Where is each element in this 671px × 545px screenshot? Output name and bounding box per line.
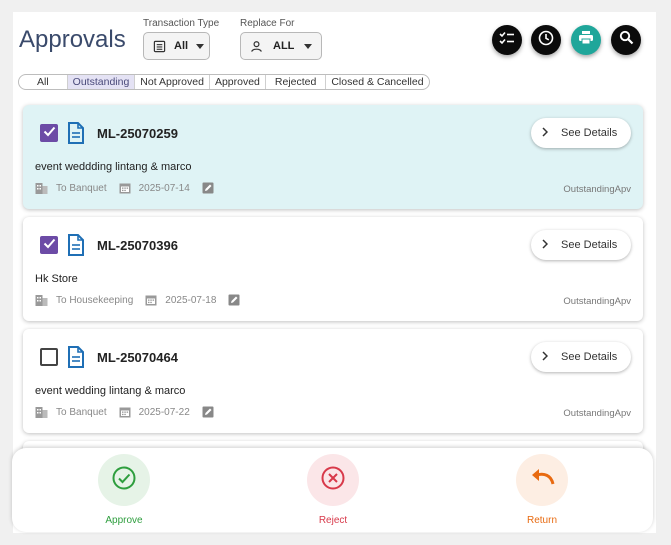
see-details-button[interactable]: See Details — [531, 342, 631, 372]
tab-not-approved[interactable]: Not Approved — [134, 75, 209, 89]
cancel-circle-icon — [320, 465, 346, 496]
check-icon — [43, 236, 56, 254]
replace-for-filter: Replace For ALL — [240, 18, 322, 60]
search-button[interactable] — [611, 25, 641, 55]
approval-card[interactable]: ML-25070259 See Details event weddding l… — [23, 105, 643, 209]
card-id: ML-25070259 — [97, 126, 178, 141]
document-icon — [67, 234, 85, 261]
card-description: event weddding lintang & marco — [35, 161, 192, 173]
chevron-right-icon — [542, 238, 549, 252]
transaction-type-select[interactable]: All — [143, 32, 210, 60]
calendar-icon — [145, 294, 157, 306]
building-icon — [35, 182, 48, 194]
card-status: OutstandingApv — [563, 296, 631, 307]
replace-for-label: Replace For — [240, 18, 295, 29]
card-destination: To Housekeeping — [56, 294, 134, 306]
check-circle-icon — [111, 465, 137, 496]
search-icon — [619, 30, 634, 50]
return-label: Return — [526, 515, 557, 526]
card-description: Hk Store — [35, 273, 78, 285]
see-details-button[interactable]: See Details — [531, 118, 631, 148]
tab-rejected[interactable]: Rejected — [264, 75, 325, 89]
chevron-right-icon — [542, 350, 549, 364]
reject-circle — [307, 454, 359, 506]
card-checkbox[interactable] — [40, 348, 58, 366]
card-description: event wedding lintang & marco — [35, 385, 186, 397]
building-icon — [35, 294, 48, 306]
action-bar: Approve Reject Return — [12, 448, 653, 532]
return-circle — [516, 454, 568, 506]
transaction-type-label: Transaction Type — [143, 18, 220, 29]
card-checkbox[interactable] — [40, 236, 58, 254]
page-title: Approvals — [19, 26, 126, 53]
calendar-icon — [119, 182, 131, 194]
return-button[interactable]: Return — [502, 454, 582, 526]
see-details-button[interactable]: See Details — [531, 230, 631, 260]
card-id: ML-25070464 — [97, 350, 178, 365]
list-icon — [153, 40, 166, 53]
card-destination: To Banquet — [56, 182, 107, 194]
see-details-label: See Details — [561, 351, 618, 363]
calendar-icon — [119, 406, 131, 418]
reject-label: Reject — [318, 515, 348, 526]
history-button[interactable] — [531, 25, 561, 55]
card-id: ML-25070396 — [97, 238, 178, 253]
document-icon — [67, 122, 85, 149]
transaction-type-filter: Transaction Type All — [143, 18, 219, 60]
approval-card[interactable]: ML-25070396 See Details Hk Store To Hous… — [23, 217, 643, 321]
document-icon — [67, 346, 85, 373]
person-icon — [250, 40, 263, 53]
approve-button[interactable]: Approve — [84, 454, 164, 526]
chevron-right-icon — [542, 126, 549, 140]
chevron-down-icon — [304, 43, 313, 49]
card-meta: To Housekeeping 2025-07-18 — [35, 294, 248, 306]
undo-icon — [528, 467, 556, 494]
tab-outstanding[interactable]: Outstanding — [66, 75, 135, 89]
checklist-icon — [499, 31, 515, 50]
edit-note-icon — [202, 406, 214, 418]
transaction-type-value: All — [174, 40, 189, 52]
approve-circle — [98, 454, 150, 506]
print-icon — [578, 30, 594, 50]
see-details-label: See Details — [561, 127, 618, 139]
approve-label: Approve — [105, 515, 143, 526]
card-date: 2025-07-14 — [138, 182, 190, 194]
card-date: 2025-07-18 — [165, 294, 217, 306]
card-destination: To Banquet — [56, 406, 107, 418]
clock-icon — [538, 30, 554, 51]
print-button[interactable] — [571, 25, 601, 55]
status-tabs: All Outstanding Not Approved Approved Re… — [18, 74, 430, 90]
see-details-label: See Details — [561, 239, 618, 251]
card-checkbox[interactable] — [40, 124, 58, 142]
building-icon — [35, 406, 48, 418]
approval-card[interactable]: ML-25070464 See Details event wedding li… — [23, 329, 643, 433]
chevron-down-icon — [196, 43, 205, 49]
card-meta: To Banquet 2025-07-14 — [35, 182, 222, 194]
bulk-select-button[interactable] — [492, 25, 522, 55]
card-status: OutstandingApv — [563, 184, 631, 195]
card-status: OutstandingApv — [563, 408, 631, 419]
tab-all[interactable]: All — [19, 75, 67, 89]
replace-for-select[interactable]: ALL — [240, 32, 322, 60]
tab-approved[interactable]: Approved — [208, 75, 265, 89]
replace-for-value: ALL — [273, 40, 295, 52]
tab-closed-cancelled[interactable]: Closed & Cancelled — [325, 75, 428, 89]
check-icon — [43, 124, 56, 142]
card-meta: To Banquet 2025-07-22 — [35, 406, 222, 418]
reject-button[interactable]: Reject — [293, 454, 373, 526]
edit-note-icon — [202, 182, 214, 194]
edit-note-icon — [228, 294, 240, 306]
card-date: 2025-07-22 — [138, 406, 190, 418]
